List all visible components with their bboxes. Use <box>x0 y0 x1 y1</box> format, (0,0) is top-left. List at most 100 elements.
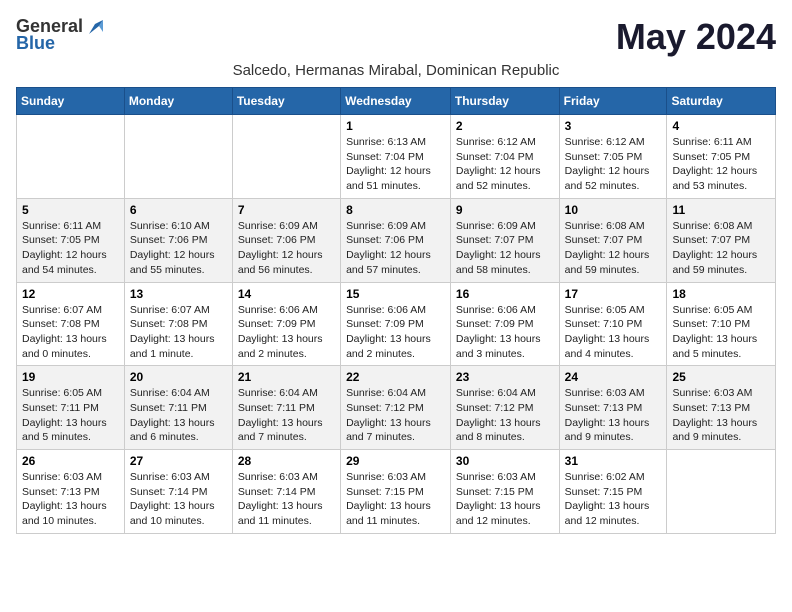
day-number: 24 <box>565 370 662 384</box>
calendar-week-row: 5 Sunrise: 6:11 AMSunset: 7:05 PMDaylight… <box>17 198 776 282</box>
calendar-cell: 15 Sunrise: 6:06 AMSunset: 7:09 PMDayligh… <box>341 282 451 366</box>
calendar-cell: 13Sunrise: 6:07 AMSunset: 7:08 PMDayligh… <box>124 282 232 366</box>
location-subtitle: Salcedo, Hermanas Mirabal, Dominican Rep… <box>16 62 776 79</box>
day-info: Sunrise: 6:06 AMSunset: 7:09 PMDaylight:… <box>238 303 335 362</box>
logo-blue-text: Blue <box>16 33 55 54</box>
day-number: 1 <box>346 119 445 133</box>
day-info: Sunrise: 6:03 AMSunset: 7:14 PMDaylight:… <box>130 470 227 529</box>
day-info: Sunrise: 6:11 AMSunset: 7:05 PMDaylight:… <box>22 219 119 278</box>
calendar-cell: 27 Sunrise: 6:03 AMSunset: 7:14 PMDayligh… <box>124 450 232 534</box>
calendar-cell <box>667 450 776 534</box>
calendar-week-row: 26 Sunrise: 6:03 AMSunset: 7:13 PMDayligh… <box>17 450 776 534</box>
day-number: 18 <box>672 287 770 301</box>
calendar-cell: 24 Sunrise: 6:03 AMSunset: 7:13 PMDayligh… <box>559 366 667 450</box>
day-number: 15 <box>346 287 445 301</box>
calendar-table: SundayMondayTuesdayWednesdayThursdayFrid… <box>16 87 776 534</box>
logo-bird-icon <box>85 18 103 36</box>
calendar-cell: 26 Sunrise: 6:03 AMSunset: 7:13 PMDayligh… <box>17 450 125 534</box>
calendar-cell: 14 Sunrise: 6:06 AMSunset: 7:09 PMDayligh… <box>232 282 340 366</box>
day-number: 27 <box>130 454 227 468</box>
day-number: 8 <box>346 203 445 217</box>
day-info: Sunrise: 6:11 AMSunset: 7:05 PMDaylight:… <box>672 135 770 194</box>
day-number: 14 <box>238 287 335 301</box>
calendar-body: 1 Sunrise: 6:13 AMSunset: 7:04 PMDaylight… <box>17 115 776 534</box>
calendar-cell: 8 Sunrise: 6:09 AMSunset: 7:06 PMDaylight… <box>341 198 451 282</box>
day-info: Sunrise: 6:05 AMSunset: 7:10 PMDaylight:… <box>565 303 662 362</box>
calendar-cell: 3Sunrise: 6:12 AMSunset: 7:05 PMDaylight… <box>559 115 667 199</box>
calendar-cell: 12 Sunrise: 6:07 AMSunset: 7:08 PMDayligh… <box>17 282 125 366</box>
calendar-cell: 20Sunrise: 6:04 AMSunset: 7:11 PMDayligh… <box>124 366 232 450</box>
day-info: Sunrise: 6:04 AMSunset: 7:12 PMDaylight:… <box>346 386 445 445</box>
calendar-cell <box>124 115 232 199</box>
day-of-week-header: Friday <box>559 88 667 115</box>
calendar-cell: 5 Sunrise: 6:11 AMSunset: 7:05 PMDaylight… <box>17 198 125 282</box>
day-info: Sunrise: 6:04 AMSunset: 7:11 PMDaylight:… <box>130 386 227 445</box>
day-of-week-header: Wednesday <box>341 88 451 115</box>
day-number: 5 <box>22 203 119 217</box>
calendar-cell: 22 Sunrise: 6:04 AMSunset: 7:12 PMDayligh… <box>341 366 451 450</box>
calendar-cell: 4 Sunrise: 6:11 AMSunset: 7:05 PMDaylight… <box>667 115 776 199</box>
day-info: Sunrise: 6:10 AMSunset: 7:06 PMDaylight:… <box>130 219 227 278</box>
calendar-cell: 9 Sunrise: 6:09 AMSunset: 7:07 PMDaylight… <box>450 198 559 282</box>
calendar-cell: 25 Sunrise: 6:03 AMSunset: 7:13 PMDayligh… <box>667 366 776 450</box>
day-number: 31 <box>565 454 662 468</box>
calendar-cell: 28Sunrise: 6:03 AMSunset: 7:14 PMDayligh… <box>232 450 340 534</box>
day-number: 11 <box>672 203 770 217</box>
day-info: Sunrise: 6:09 AMSunset: 7:07 PMDaylight:… <box>456 219 554 278</box>
day-number: 28 <box>238 454 335 468</box>
day-info: Sunrise: 6:12 AMSunset: 7:04 PMDaylight:… <box>456 135 554 194</box>
day-info: Sunrise: 6:05 AMSunset: 7:11 PMDaylight:… <box>22 386 119 445</box>
day-number: 6 <box>130 203 227 217</box>
calendar-week-row: 19 Sunrise: 6:05 AMSunset: 7:11 PMDayligh… <box>17 366 776 450</box>
day-number: 17 <box>565 287 662 301</box>
calendar-cell <box>232 115 340 199</box>
day-info: Sunrise: 6:09 AMSunset: 7:06 PMDaylight:… <box>346 219 445 278</box>
calendar-cell: 10 Sunrise: 6:08 AMSunset: 7:07 PMDayligh… <box>559 198 667 282</box>
calendar-cell: 2 Sunrise: 6:12 AMSunset: 7:04 PMDaylight… <box>450 115 559 199</box>
logo: General Blue <box>16 16 103 54</box>
day-number: 21 <box>238 370 335 384</box>
calendar-cell: 23Sunrise: 6:04 AMSunset: 7:12 PMDayligh… <box>450 366 559 450</box>
day-info: Sunrise: 6:03 AMSunset: 7:13 PMDaylight:… <box>22 470 119 529</box>
day-number: 16 <box>456 287 554 301</box>
day-info: Sunrise: 6:03 AMSunset: 7:13 PMDaylight:… <box>672 386 770 445</box>
day-number: 30 <box>456 454 554 468</box>
day-of-week-header: Saturday <box>667 88 776 115</box>
calendar-cell: 1 Sunrise: 6:13 AMSunset: 7:04 PMDaylight… <box>341 115 451 199</box>
day-number: 10 <box>565 203 662 217</box>
day-number: 29 <box>346 454 445 468</box>
day-info: Sunrise: 6:07 AMSunset: 7:08 PMDaylight:… <box>130 303 227 362</box>
day-number: 7 <box>238 203 335 217</box>
calendar-cell: 29Sunrise: 6:03 AMSunset: 7:15 PMDayligh… <box>341 450 451 534</box>
calendar-cell: 17 Sunrise: 6:05 AMSunset: 7:10 PMDayligh… <box>559 282 667 366</box>
calendar-cell: 11 Sunrise: 6:08 AMSunset: 7:07 PMDayligh… <box>667 198 776 282</box>
calendar-cell: 21 Sunrise: 6:04 AMSunset: 7:11 PMDayligh… <box>232 366 340 450</box>
day-number: 22 <box>346 370 445 384</box>
day-info: Sunrise: 6:03 AMSunset: 7:15 PMDaylight:… <box>456 470 554 529</box>
day-info: Sunrise: 6:07 AMSunset: 7:08 PMDaylight:… <box>22 303 119 362</box>
calendar-cell: 19 Sunrise: 6:05 AMSunset: 7:11 PMDayligh… <box>17 366 125 450</box>
day-number: 2 <box>456 119 554 133</box>
calendar-cell: 6 Sunrise: 6:10 AMSunset: 7:06 PMDaylight… <box>124 198 232 282</box>
day-info: Sunrise: 6:08 AMSunset: 7:07 PMDaylight:… <box>672 219 770 278</box>
day-info: Sunrise: 6:04 AMSunset: 7:11 PMDaylight:… <box>238 386 335 445</box>
day-number: 25 <box>672 370 770 384</box>
day-info: Sunrise: 6:08 AMSunset: 7:07 PMDaylight:… <box>565 219 662 278</box>
day-info: Sunrise: 6:06 AMSunset: 7:09 PMDaylight:… <box>346 303 445 362</box>
day-number: 26 <box>22 454 119 468</box>
page-header: General Blue May 2024 <box>16 16 776 58</box>
calendar-cell: 16Sunrise: 6:06 AMSunset: 7:09 PMDayligh… <box>450 282 559 366</box>
calendar-header-row: SundayMondayTuesdayWednesdayThursdayFrid… <box>17 88 776 115</box>
day-number: 12 <box>22 287 119 301</box>
day-info: Sunrise: 6:13 AMSunset: 7:04 PMDaylight:… <box>346 135 445 194</box>
day-of-week-header: Thursday <box>450 88 559 115</box>
calendar-cell: 7Sunrise: 6:09 AMSunset: 7:06 PMDaylight… <box>232 198 340 282</box>
day-info: Sunrise: 6:12 AMSunset: 7:05 PMDaylight:… <box>565 135 662 194</box>
day-number: 19 <box>22 370 119 384</box>
calendar-cell: 31Sunrise: 6:02 AMSunset: 7:15 PMDayligh… <box>559 450 667 534</box>
day-number: 9 <box>456 203 554 217</box>
day-info: Sunrise: 6:03 AMSunset: 7:13 PMDaylight:… <box>565 386 662 445</box>
day-of-week-header: Monday <box>124 88 232 115</box>
day-info: Sunrise: 6:04 AMSunset: 7:12 PMDaylight:… <box>456 386 554 445</box>
day-number: 4 <box>672 119 770 133</box>
